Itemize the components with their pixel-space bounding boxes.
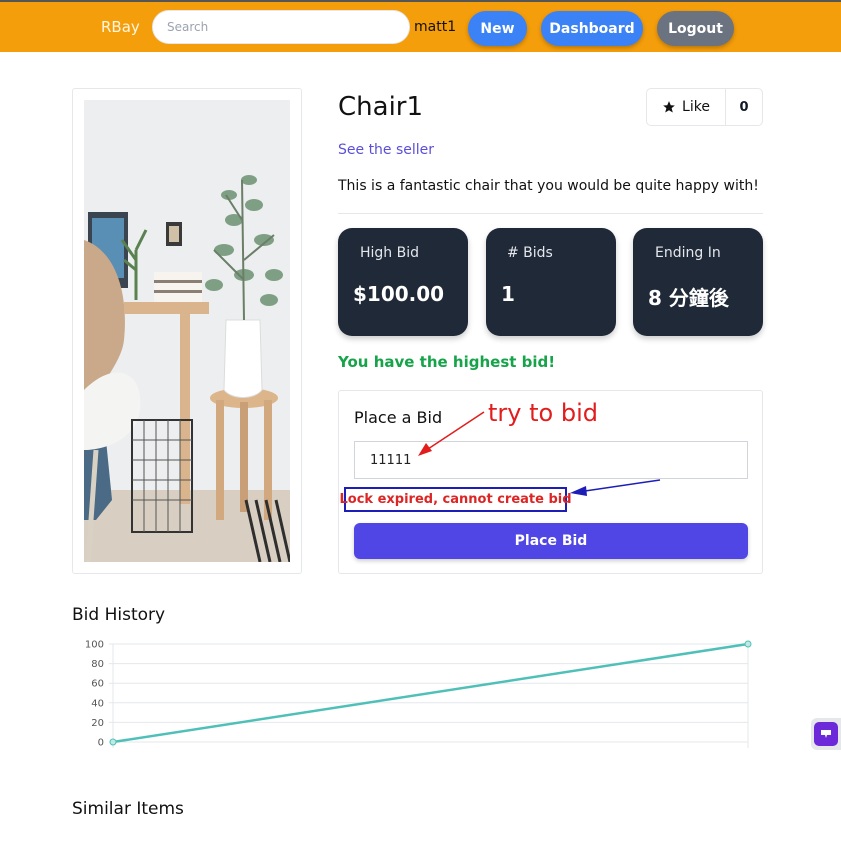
search-input[interactable] <box>152 10 410 44</box>
widget-icon <box>814 722 838 746</box>
chart-data-point <box>109 738 117 746</box>
like-button[interactable]: Like <box>647 89 726 125</box>
logout-button[interactable]: Logout <box>657 11 734 46</box>
chart-series-line <box>112 642 749 744</box>
stat-label: High Bid <box>360 245 420 261</box>
chart-y-tick-label: 60 <box>91 679 104 690</box>
bid-amount-input[interactable] <box>354 441 748 479</box>
item-title: Chair1 <box>338 92 424 122</box>
floating-widget-button[interactable] <box>811 718 841 750</box>
item-photo <box>84 100 290 562</box>
star-icon <box>663 101 675 113</box>
chart-y-tick-label: 100 <box>85 640 104 651</box>
chart-data-point <box>744 640 752 648</box>
divider <box>338 213 763 214</box>
chart-y-tick-label: 80 <box>91 659 104 670</box>
ending-in-card: Ending In 8 分鐘後 <box>633 228 763 336</box>
chart-y-tick-label: 40 <box>91 698 104 709</box>
see-seller-link[interactable]: See the seller <box>338 142 434 158</box>
bid-error-message: Lock expired, cannot create bid <box>339 487 572 512</box>
like-count: 0 <box>739 99 749 115</box>
item-description: This is a fantastic chair that you would… <box>338 178 759 194</box>
stat-value: 1 <box>501 282 515 306</box>
similar-items-title: Similar Items <box>72 799 184 819</box>
stat-value: $100.00 <box>353 282 445 306</box>
chart-y-tick-label: 20 <box>91 718 104 729</box>
like-label: Like <box>682 99 710 115</box>
highest-bid-message: You have the highest bid! <box>338 353 556 371</box>
stat-label: Ending In <box>655 245 721 261</box>
bid-form-title: Place a Bid <box>354 408 443 427</box>
brand-logo[interactable]: RBay <box>101 18 140 36</box>
top-nav: RBay matt1 New Dashboard Logout <box>0 0 841 52</box>
username: matt1 <box>414 19 457 35</box>
bid-history-title: Bid History <box>72 605 166 625</box>
stat-label: # Bids <box>507 245 553 261</box>
stat-value: 8 分鐘後 <box>648 286 729 310</box>
annotation-text: try to bid <box>488 399 598 427</box>
dashboard-button[interactable]: Dashboard <box>541 11 643 46</box>
place-bid-button[interactable]: Place Bid <box>354 523 748 559</box>
bid-history-chart: 100 80 60 40 20 0 <box>85 640 752 749</box>
bid-count-card: # Bids 1 <box>486 228 616 336</box>
high-bid-card: High Bid $100.00 <box>338 228 468 336</box>
new-button[interactable]: New <box>468 11 527 46</box>
chart-y-tick-label: 0 <box>98 738 104 749</box>
like-widget: Like 0 <box>646 88 763 126</box>
